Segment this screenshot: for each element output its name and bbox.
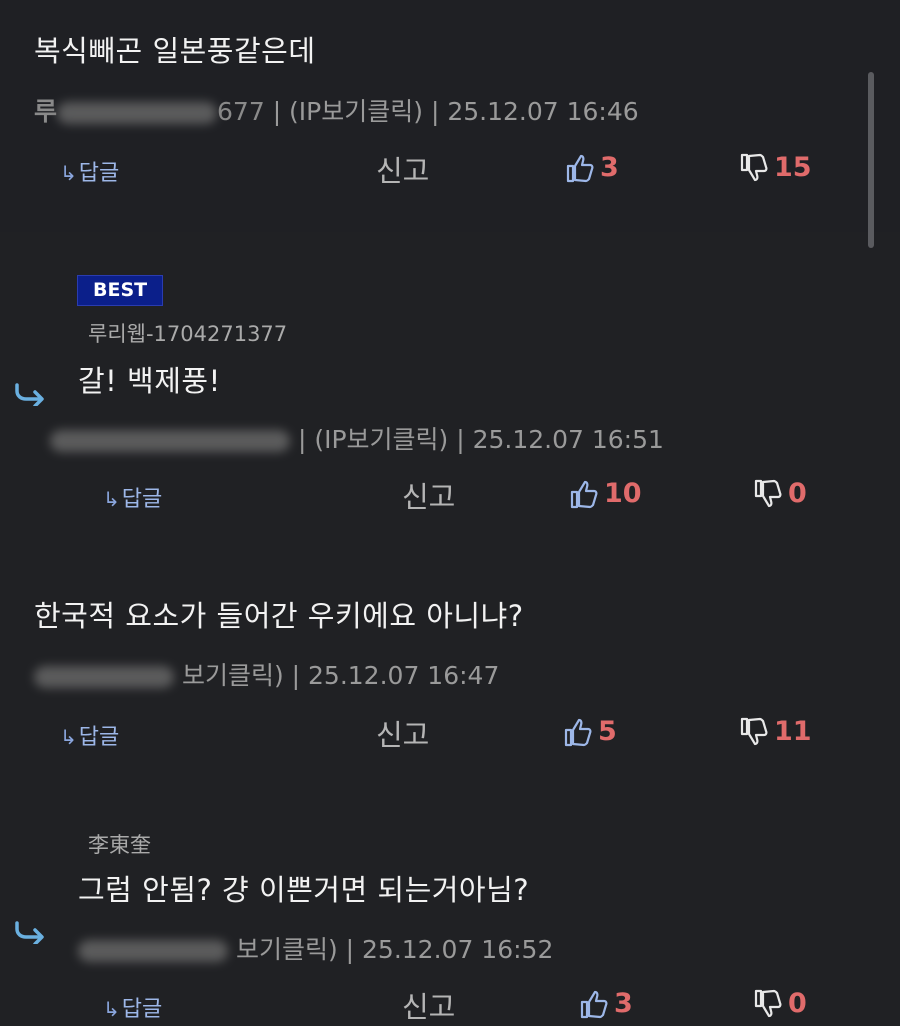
comment-meta: | (IP보기클릭) | 25.12.07 16:51 <box>50 420 664 456</box>
author-fragment-right: 677 <box>217 97 265 126</box>
report-button[interactable]: 신고 <box>376 712 429 754</box>
reply-label: 답글 <box>78 725 120 750</box>
comment-author[interactable]: 루리웹-1704271377 <box>88 318 287 348</box>
like-count: 10 <box>604 478 642 509</box>
reply-arrow-icon: ↳ <box>103 997 120 1021</box>
reply-button[interactable]: ↳답글 <box>103 481 162 513</box>
like-button[interactable]: 3 <box>566 152 619 183</box>
comment-text: 복식빼곤 일본풍같은데 <box>34 34 316 68</box>
reply-indicator-icon <box>15 383 44 406</box>
like-button[interactable]: 10 <box>570 478 642 509</box>
reply-label: 답글 <box>78 161 120 186</box>
dislike-button[interactable]: 0 <box>754 478 807 509</box>
thumbs-down-icon <box>754 989 782 1017</box>
reply-button[interactable]: ↳답글 <box>60 155 119 187</box>
comment-text: 그럼 안됨? 걍 이쁜거면 되는거아님? <box>78 873 530 907</box>
meta-info[interactable]: | (IP보기클릭) | 25.12.07 16:46 <box>273 97 639 126</box>
report-button[interactable]: 신고 <box>402 474 455 516</box>
reply-label: 답글 <box>121 997 163 1022</box>
comment-meta: 루 677 | (IP보기클릭) | 25.12.07 16:46 <box>34 92 639 128</box>
dislike-button[interactable]: 15 <box>740 152 812 183</box>
like-count: 3 <box>614 988 633 1019</box>
like-button[interactable]: 3 <box>580 988 633 1019</box>
report-button[interactable]: 신고 <box>376 148 429 190</box>
meta-info[interactable]: | (IP보기클릭) | 25.12.07 16:51 <box>298 425 664 454</box>
author-fragment: 루 <box>34 97 58 126</box>
best-badge: BEST <box>77 275 164 306</box>
reply-arrow-icon: ↳ <box>60 161 77 185</box>
dislike-count: 0 <box>788 988 807 1019</box>
reply-arrow-icon: ↳ <box>103 487 120 511</box>
comment-meta: 보기클릭) | 25.12.07 16:52 <box>78 930 553 966</box>
thumbs-up-icon <box>566 154 594 182</box>
like-count: 5 <box>598 716 617 747</box>
comment-text: 갈! 백제풍! <box>78 364 221 398</box>
dislike-count: 0 <box>788 478 807 509</box>
redacted-author <box>57 102 218 124</box>
report-button[interactable]: 신고 <box>402 984 455 1026</box>
reply-button[interactable]: ↳답글 <box>103 991 162 1023</box>
thumbs-down-icon <box>740 717 768 745</box>
dislike-button[interactable]: 11 <box>740 716 812 747</box>
reply-button[interactable]: ↳답글 <box>60 719 119 751</box>
reply-arrow-icon: ↳ <box>60 725 77 749</box>
comment-author[interactable]: 李東奎 <box>88 829 151 859</box>
scrollbar[interactable] <box>868 72 874 248</box>
dislike-button[interactable]: 0 <box>754 988 807 1019</box>
dislike-count: 11 <box>774 716 812 747</box>
reply-label: 답글 <box>121 487 163 512</box>
reply-indicator-icon <box>15 921 44 944</box>
thumbs-up-icon <box>570 480 598 508</box>
thumbs-down-icon <box>740 153 768 181</box>
meta-info[interactable]: 보기클릭) | 25.12.07 16:47 <box>182 661 499 690</box>
thumbs-up-icon <box>564 718 592 746</box>
comment-meta: 보기클릭) | 25.12.07 16:47 <box>34 656 499 692</box>
thumbs-up-icon <box>580 990 608 1018</box>
redacted-author <box>50 430 290 452</box>
redacted-author <box>78 940 228 962</box>
comment-text: 한국적 요소가 들어간 우키에요 아니냐? <box>34 599 524 633</box>
thumbs-down-icon <box>754 479 782 507</box>
dislike-count: 15 <box>774 152 812 183</box>
like-count: 3 <box>600 152 619 183</box>
like-button[interactable]: 5 <box>564 716 617 747</box>
redacted-author <box>34 666 174 688</box>
meta-info[interactable]: 보기클릭) | 25.12.07 16:52 <box>236 935 553 964</box>
